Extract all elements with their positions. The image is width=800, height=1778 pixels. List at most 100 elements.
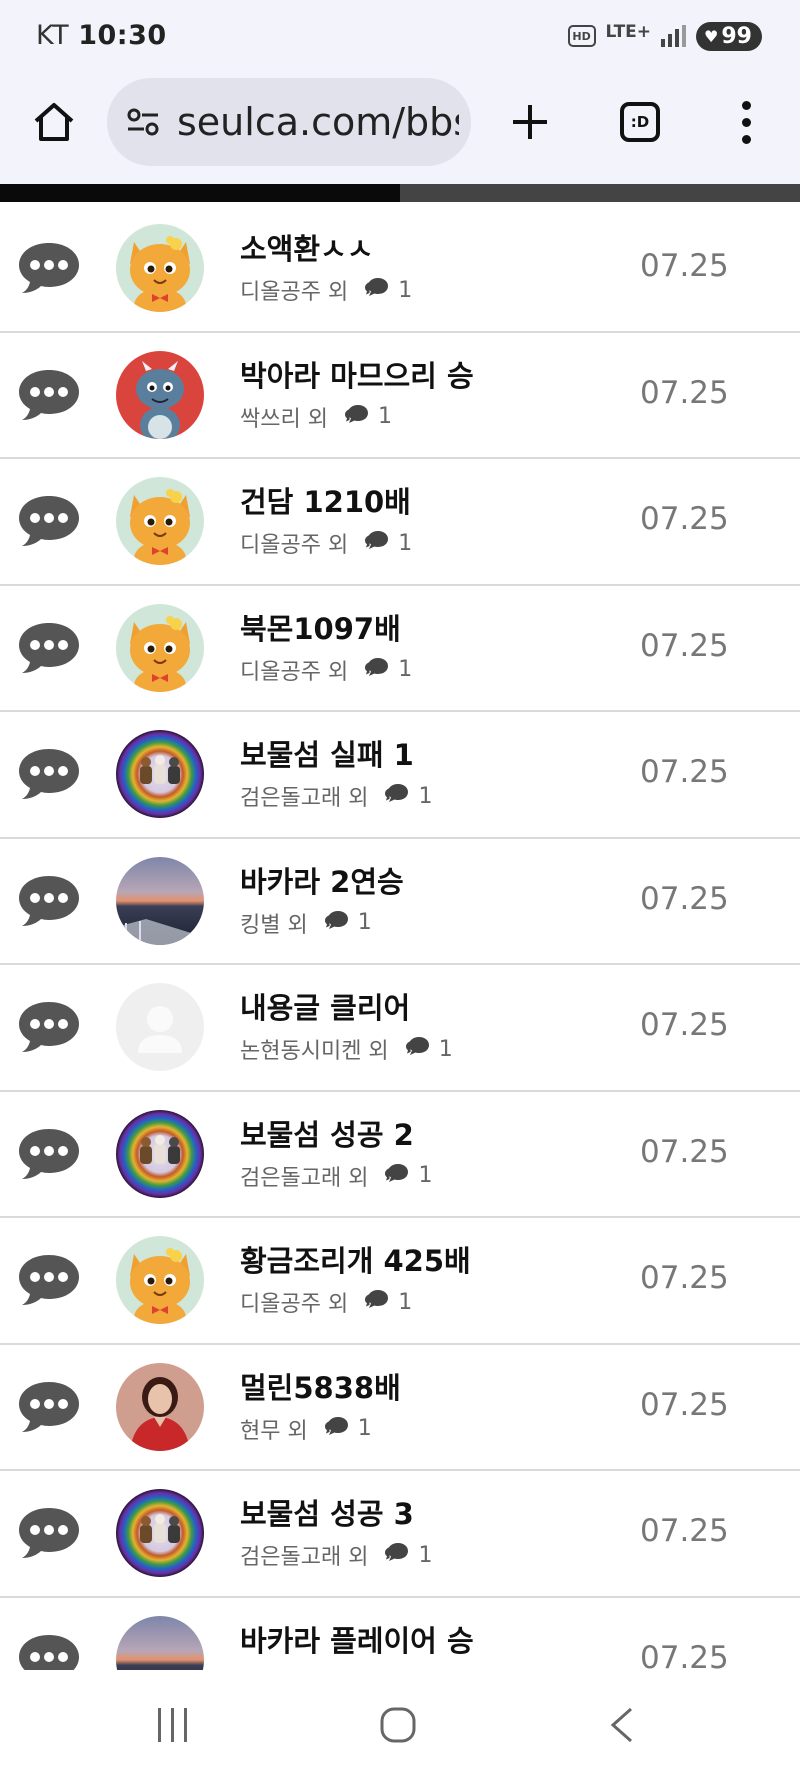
cat-avatar[interactable]: [116, 224, 204, 312]
tab-count: :D: [620, 102, 660, 142]
rainbow-avatar[interactable]: [116, 1489, 204, 1577]
default-avatar[interactable]: [116, 983, 204, 1071]
post-row[interactable]: 보물섬 실패 1 검은돌고래 외 1 07.25: [0, 712, 800, 839]
post-title[interactable]: 바카라 2연승: [240, 859, 404, 901]
post-title[interactable]: 바카라 플레이어 승: [240, 1618, 474, 1660]
post-date: 07.25: [640, 248, 729, 284]
status-bar: KT 10:30 HD LTE+ ♥ 99: [0, 0, 800, 72]
post-row[interactable]: 박아라 마므으리 승싹쓰리 외 1 07.25: [0, 333, 800, 459]
comment-icon: [364, 276, 390, 304]
post-author: 디올공주 외: [240, 280, 349, 305]
post-row[interactable]: 내용글 클리어 논현동시미켄 외 1 07.25: [0, 965, 800, 1092]
comment-count: 1: [418, 1163, 433, 1188]
woman-avatar[interactable]: [116, 1362, 204, 1451]
comment-icon: [364, 529, 390, 557]
post-row[interactable]: 북몬1097배 디올공주 외 1 07.25: [0, 586, 800, 712]
url-text[interactable]: seulca.com/bbs: [177, 100, 459, 144]
post-meta: 킹별 외 1: [240, 907, 372, 939]
post-row[interactable]: 바카라 플레이어 승 07.25: [0, 1598, 800, 1671]
post-date: 07.25: [640, 1133, 729, 1170]
more-menu-button[interactable]: [714, 72, 778, 172]
sea-avatar[interactable]: [116, 856, 204, 945]
post-meta: 검은돌고래 외 1: [240, 1160, 432, 1192]
post-row[interactable]: 바카라 2연승 킹별 외 1 07.25: [0, 839, 800, 965]
back-button[interactable]: [600, 1700, 644, 1750]
new-tab-button[interactable]: [498, 72, 562, 172]
home-button[interactable]: [22, 72, 86, 172]
post-title[interactable]: 건담 1210배: [240, 479, 411, 521]
post-title[interactable]: 보물섬 성공 2: [240, 1112, 414, 1154]
post-author: 킹별 외: [240, 912, 308, 938]
dragon-avatar[interactable]: [116, 350, 204, 439]
site-settings-icon[interactable]: [125, 106, 161, 138]
comment-count: 1: [398, 277, 413, 303]
cat-avatar[interactable]: [116, 1236, 204, 1324]
post-title[interactable]: 멀린5838배: [240, 1365, 401, 1407]
post-list[interactable]: 소액환ㅅㅅ 디올공주 외 1 07.25 박아라 마므으리 승 싹쓰리 외 1 07.25 건담…: [0, 206, 800, 1670]
progress-fill: [0, 184, 400, 202]
home-nav-button[interactable]: [376, 1700, 420, 1750]
comment-count: 1: [418, 783, 433, 809]
post-meta: 현무 외 1: [240, 1413, 372, 1445]
comment-count: 1: [398, 1289, 413, 1315]
post-row[interactable]: 보물섬 성공 2 검은돌고래 외 1 07.25: [0, 1092, 800, 1218]
post-meta: 디올공주 외 1: [240, 274, 412, 306]
recent-apps-button[interactable]: [150, 1700, 194, 1750]
post-date: 07.25: [640, 1513, 729, 1549]
comment-count: 1: [418, 1542, 433, 1568]
post-title[interactable]: 박아라 마므으리 승: [240, 353, 474, 395]
post-title[interactable]: 황금조리개 425배: [240, 1238, 471, 1280]
comment-icon: [324, 909, 350, 937]
post-meta: 검은돌고래 외 1: [240, 780, 432, 812]
comment-icon: [384, 1162, 410, 1190]
post-title[interactable]: 보물섬 성공 3: [240, 1491, 414, 1533]
post-row[interactable]: 황금조리개 425배 디올공주 외 1 07.25: [0, 1218, 800, 1345]
post-author: 디올공주 외: [240, 1292, 349, 1317]
rainbow-avatar[interactable]: [116, 1109, 204, 1198]
chat-bubble-icon: [16, 872, 82, 932]
post-title[interactable]: 소액환ㅅㅅ: [240, 226, 373, 268]
post-date: 07.25: [640, 1007, 729, 1043]
chat-bubble-icon: [16, 619, 82, 679]
system-navigation-bar: [0, 1670, 800, 1778]
rainbow-avatar[interactable]: [116, 730, 204, 818]
post-date: 07.25: [640, 1639, 729, 1671]
comment-icon: [364, 656, 390, 684]
comment-count: 1: [377, 404, 392, 429]
post-title[interactable]: 보물섬 실패 1: [240, 732, 414, 774]
sea-avatar[interactable]: [116, 1615, 204, 1670]
home-circle-icon: [380, 1707, 416, 1743]
post-author: 디올공주 외: [240, 533, 349, 558]
post-meta: 싹쓰리 외 1: [240, 401, 392, 433]
post-meta: 디올공주 외 1: [240, 654, 412, 686]
post-row[interactable]: 보물섬 성공 3 검은돌고래 외 1 07.25: [0, 1471, 800, 1598]
battery-level: 99: [721, 23, 752, 49]
menu-dot: [741, 134, 751, 144]
post-author: 논현동시미켄 외: [240, 1039, 389, 1064]
post-meta: 검은돌고래 외 1: [240, 1539, 432, 1571]
cat-avatar[interactable]: [116, 603, 204, 692]
post-row[interactable]: 건담 1210배 디올공주 외 1 07.25: [0, 459, 800, 586]
chat-bubble-icon: [16, 1631, 82, 1670]
chat-bubble-icon: [16, 745, 82, 805]
back-chevron-icon: [610, 1707, 632, 1743]
chat-bubble-icon: [16, 492, 82, 552]
comment-icon: [344, 403, 370, 431]
chat-bubble-icon: [16, 239, 82, 299]
home-icon: [34, 103, 74, 141]
chat-bubble-icon: [16, 998, 82, 1058]
browser-toolbar: seulca.com/bbs :D: [0, 72, 800, 184]
post-row[interactable]: 소액환ㅅㅅ 디올공주 외 1 07.25: [0, 206, 800, 333]
tab-switcher-button[interactable]: :D: [608, 72, 672, 172]
post-meta: 디올공주 외 1: [240, 1286, 412, 1318]
hd-voice-icon: HD: [567, 25, 596, 47]
address-bar[interactable]: seulca.com/bbs: [107, 78, 471, 166]
post-title[interactable]: 북몬1097배: [240, 606, 401, 648]
post-title[interactable]: 내용글 클리어: [240, 985, 410, 1027]
cat-avatar[interactable]: [116, 477, 204, 565]
post-author: 싹쓰리 외: [240, 406, 328, 432]
post-row[interactable]: 멀린5838배 현무 외 1 07.25: [0, 1345, 800, 1471]
comment-count: 1: [357, 910, 372, 935]
post-date: 07.25: [640, 374, 729, 411]
chat-bubble-icon: [16, 1504, 82, 1564]
